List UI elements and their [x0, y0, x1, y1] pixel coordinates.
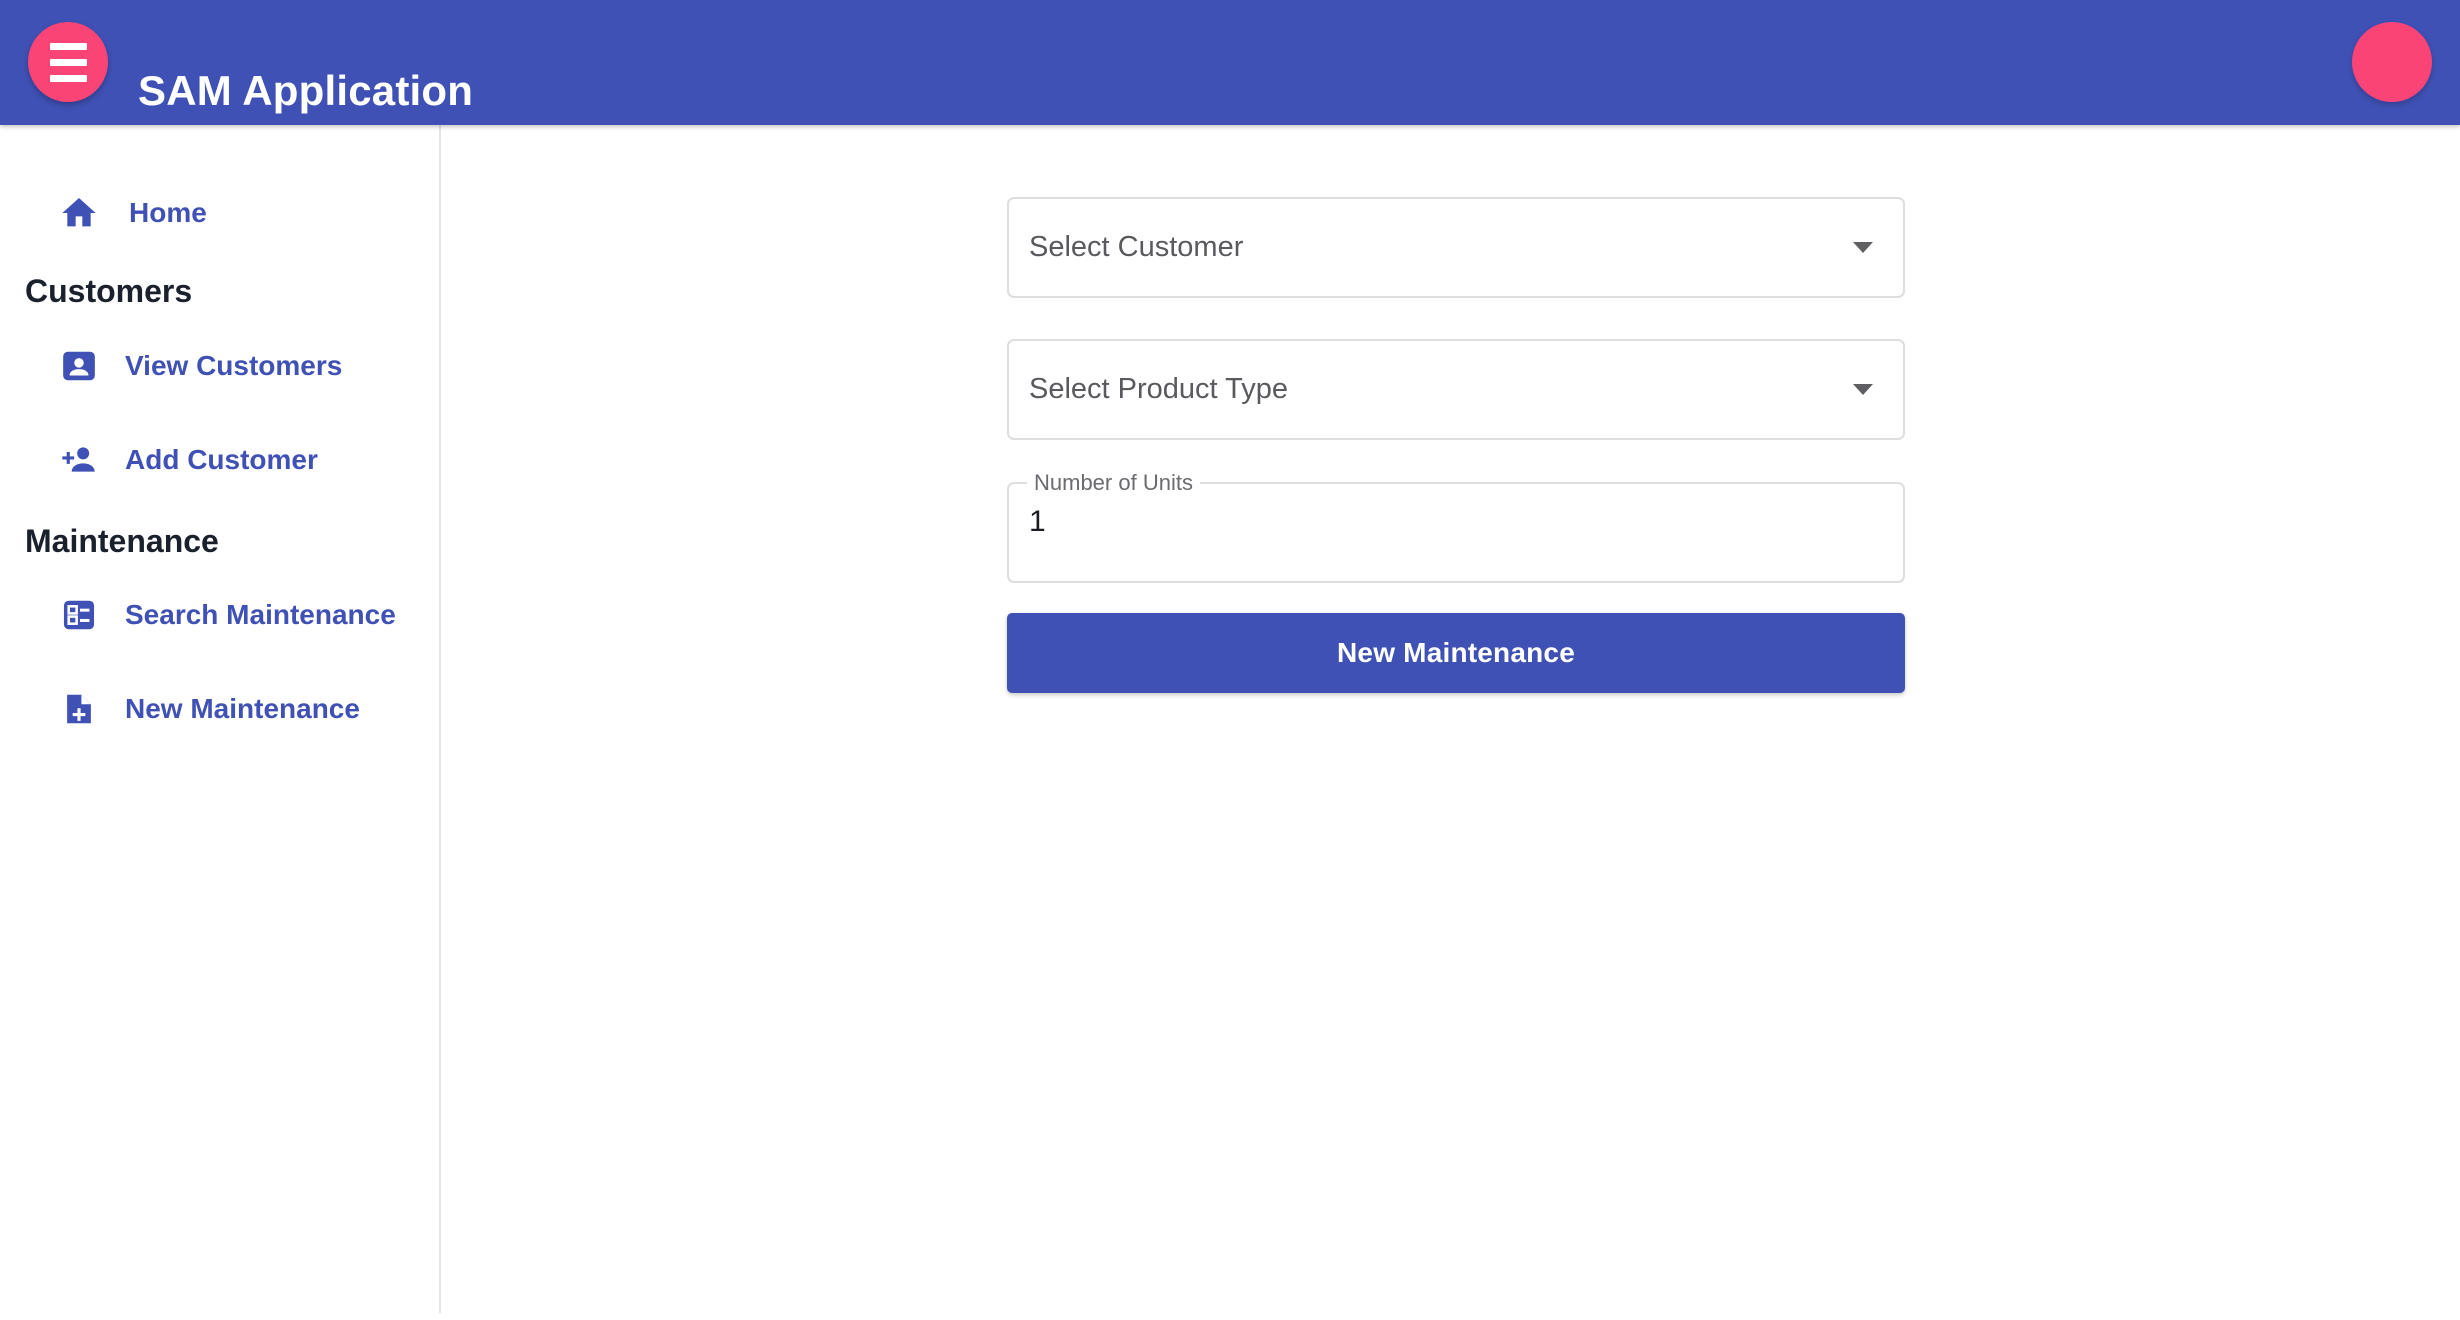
new-maintenance-submit-button[interactable]: New Maintenance — [1007, 613, 1905, 693]
main-content: Select Customer Select Product Type Numb… — [443, 125, 2460, 1320]
number-of-units-input[interactable] — [1029, 504, 1883, 539]
app-bar: SAM Application — [0, 0, 2460, 125]
contact-card-icon — [57, 344, 101, 388]
home-icon — [57, 191, 101, 235]
sidebar-item-view-customers-label: View Customers — [125, 350, 343, 381]
hamburger-bar-2 — [49, 58, 87, 66]
chevron-down-icon — [1853, 242, 1873, 253]
hamburger-menu-icon[interactable] — [28, 22, 108, 102]
sidebar-item-view-customers[interactable]: View Customers — [0, 335, 439, 397]
sidebar-item-new-maintenance[interactable]: New Maintenance — [0, 678, 439, 740]
product-type-select[interactable]: Select Product Type — [1007, 339, 1905, 440]
account-avatar-icon[interactable] — [2352, 22, 2432, 102]
sidebar-item-home-label: Home — [129, 197, 207, 228]
sidebar-section-maintenance: Maintenance — [25, 523, 219, 559]
number-of-units-field[interactable]: Number of Units — [1007, 470, 1905, 583]
chevron-down-icon — [1853, 384, 1873, 395]
product-type-select-value: Select Product Type — [1029, 373, 1289, 405]
sidebar-item-add-customer-label: Add Customer — [125, 444, 318, 475]
sidebar-item-search-maintenance[interactable]: Search Maintenance — [0, 584, 439, 646]
customer-select-value: Select Customer — [1029, 231, 1244, 263]
ballot-list-icon — [57, 593, 101, 637]
customer-select[interactable]: Select Customer — [1007, 197, 1905, 298]
sidebar: Home Customers View Customers Add Custom… — [0, 125, 441, 1313]
person-add-icon — [57, 438, 101, 482]
note-add-icon — [57, 687, 101, 731]
hamburger-bar-1 — [49, 42, 87, 50]
sidebar-item-search-maintenance-label: Search Maintenance — [125, 599, 396, 630]
sidebar-item-add-customer[interactable]: Add Customer — [0, 429, 439, 491]
sidebar-section-customers: Customers — [25, 273, 193, 309]
app-title: SAM Application — [138, 66, 474, 114]
new-maintenance-form: Select Customer Select Product Type Numb… — [1007, 197, 1905, 693]
sidebar-item-new-maintenance-label: New Maintenance — [125, 693, 360, 724]
hamburger-bar-3 — [49, 74, 87, 82]
number-of-units-label: Number of Units — [1027, 470, 1200, 496]
sidebar-item-home[interactable]: Home — [0, 182, 439, 244]
